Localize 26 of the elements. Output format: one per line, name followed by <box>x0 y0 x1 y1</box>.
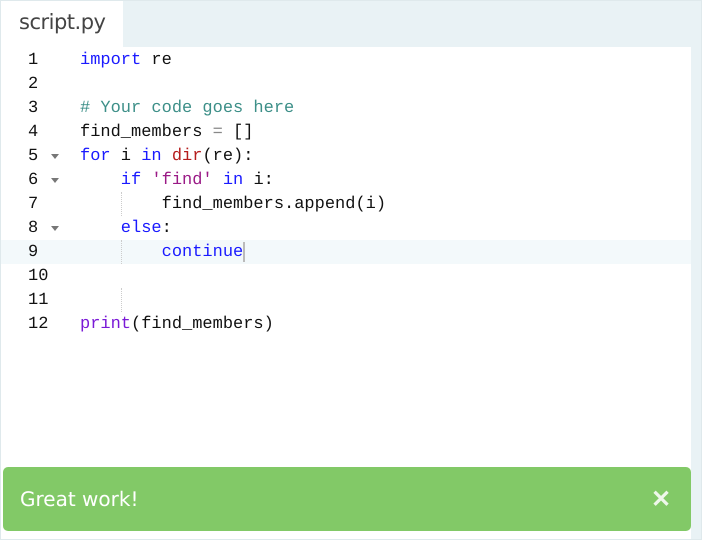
fold-caret-icon[interactable] <box>51 154 59 158</box>
code-line: print(find_members) <box>80 314 275 336</box>
code-line: # Your code goes here <box>80 98 296 120</box>
line-number: 2 <box>28 74 40 94</box>
code-line: find_members.append(i) <box>80 192 691 216</box>
fold-caret-icon[interactable] <box>51 226 59 230</box>
code-editor[interactable]: 1 import re 2 3 # Your code goes here 4 find_members = [] 5 for i in dir(re): 6 if 'find' in i: 7 find_members.append(i) 8 else: 9 continue 10 11 12 print(find_members) <box>1 47 691 467</box>
line-number: 10 <box>28 266 49 286</box>
line-number: 4 <box>28 122 40 142</box>
line-number: 9 <box>28 242 40 262</box>
line-number: 5 <box>28 146 40 166</box>
code-line: import re <box>80 50 173 72</box>
code-line: else: <box>120 218 173 240</box>
code-line: find_members = [] <box>80 122 254 144</box>
code-line: if 'find' in i: <box>120 170 275 192</box>
fold-caret-icon[interactable] <box>51 178 59 182</box>
line-number: 3 <box>28 98 40 118</box>
line-number: 1 <box>28 50 40 70</box>
success-message: Great work! <box>20 487 138 511</box>
line-number: 12 <box>28 314 49 334</box>
file-tab[interactable]: script.py <box>1 1 124 47</box>
line-number: 11 <box>28 290 49 310</box>
line-number: 6 <box>28 170 40 190</box>
code-line: for i in dir(re): <box>80 146 254 168</box>
line-number: 7 <box>28 194 40 214</box>
line-number: 8 <box>28 218 40 238</box>
